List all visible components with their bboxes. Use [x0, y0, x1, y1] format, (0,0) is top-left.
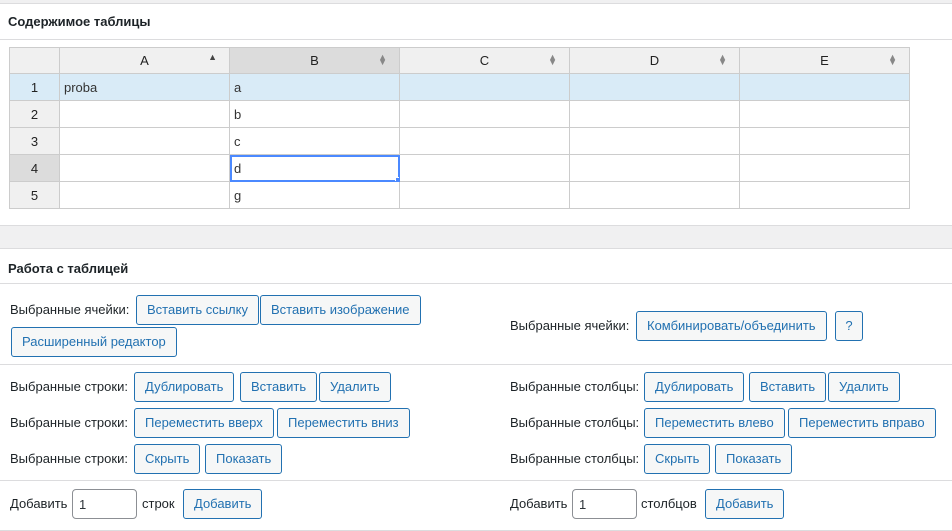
delete-rows-button[interactable]: Удалить — [319, 372, 391, 402]
table-cell[interactable] — [569, 127, 740, 155]
selected-cell[interactable]: d — [229, 154, 400, 182]
table-operations-panel: Работа с таблицей Выбранные ячейки: Вста… — [0, 248, 952, 531]
column-header-b[interactable]: B ▲ ▼ — [229, 47, 400, 74]
table-cell[interactable] — [569, 181, 740, 209]
row-header[interactable]: 1 — [9, 73, 60, 101]
table-cell[interactable]: b — [229, 100, 400, 128]
table-cell[interactable]: c — [229, 127, 400, 155]
row-header[interactable]: 4 — [9, 154, 60, 182]
selected-rows-label: Выбранные строки: — [10, 415, 128, 430]
table-cell[interactable] — [59, 127, 230, 155]
table-cell[interactable] — [739, 181, 910, 209]
table-cell[interactable] — [569, 73, 740, 101]
table-cell[interactable] — [399, 100, 570, 128]
table-cell[interactable] — [399, 127, 570, 155]
add-rows-button[interactable]: Добавить — [183, 489, 263, 519]
table-cell[interactable] — [59, 154, 230, 182]
selected-columns-label: Выбранные столбцы: — [510, 415, 640, 430]
duplicate-columns-button[interactable]: Дублировать — [644, 372, 745, 402]
column-label: E — [820, 53, 829, 68]
advanced-editor-button[interactable]: Расширенный редактор — [11, 327, 177, 357]
move-down-button[interactable]: Переместить вниз — [277, 408, 410, 438]
delete-columns-button[interactable]: Удалить — [828, 372, 900, 402]
insert-link-button[interactable]: Вставить ссылку — [136, 295, 259, 325]
column-label: A — [140, 53, 149, 68]
selected-cells-label-right: Выбранные ячейки: — [510, 318, 630, 333]
table-cell[interactable] — [399, 181, 570, 209]
add-rows-count-input[interactable] — [72, 489, 137, 519]
column-header-d[interactable]: D ▲ ▼ — [569, 47, 740, 74]
add-columns-label: Добавить — [510, 496, 568, 511]
table-row: 2 b — [9, 100, 910, 128]
table-cell[interactable]: g — [229, 181, 400, 209]
column-label: B — [310, 53, 319, 68]
selected-rows-label: Выбранные строки: — [10, 379, 128, 394]
table-row: 3 c — [9, 127, 910, 155]
table-row: 4 d — [9, 154, 910, 182]
table-cell[interactable] — [399, 73, 570, 101]
hide-rows-button[interactable]: Скрыть — [134, 444, 201, 474]
table-cell[interactable] — [739, 73, 910, 101]
column-header-c[interactable]: C ▲ ▼ — [399, 47, 570, 74]
divider — [0, 39, 952, 40]
row-header[interactable]: 5 — [9, 181, 60, 209]
sort-ascending-icon[interactable]: ▲ — [208, 53, 217, 62]
selected-cells-label: Выбранные ячейки: — [10, 302, 130, 317]
table-cell[interactable] — [569, 154, 740, 182]
table-editor-grid: A ▲ B ▲ ▼ C ▲ ▼ D ▲ ▼ E ▲ ▼ 1 proba a 2 … — [9, 47, 910, 209]
insert-image-button[interactable]: Вставить изображение — [260, 295, 421, 325]
row-header[interactable]: 3 — [9, 127, 60, 155]
show-rows-button[interactable]: Показать — [205, 444, 283, 474]
table-cell[interactable] — [569, 100, 740, 128]
table-contents-panel: Содержимое таблицы A ▲ B ▲ ▼ C ▲ ▼ D ▲ ▼… — [0, 3, 952, 226]
sort-both-icon[interactable]: ▲ ▼ — [548, 53, 557, 67]
selected-rows-label: Выбранные строки: — [10, 451, 128, 466]
insert-rows-button[interactable]: Вставить — [240, 372, 318, 402]
row-header[interactable]: 2 — [9, 100, 60, 128]
corner-cell[interactable] — [9, 47, 60, 74]
divider — [0, 480, 952, 481]
column-label: D — [649, 53, 660, 68]
move-left-button[interactable]: Переместить влево — [644, 408, 785, 438]
table-row: 1 proba a — [9, 73, 910, 101]
panel-title: Содержимое таблицы — [8, 14, 151, 29]
merge-cells-button[interactable]: Комбинировать/объединить — [636, 311, 827, 341]
move-right-button[interactable]: Переместить вправо — [788, 408, 936, 438]
move-up-button[interactable]: Переместить вверх — [134, 408, 274, 438]
columns-unit-label: столбцов — [641, 496, 697, 511]
table-cell[interactable] — [739, 154, 910, 182]
add-rows-label: Добавить — [10, 496, 68, 511]
table-cell[interactable]: a — [229, 73, 400, 101]
add-columns-count-input[interactable] — [572, 489, 637, 519]
sort-both-icon[interactable]: ▲ ▼ — [378, 53, 387, 67]
divider — [0, 364, 952, 365]
column-header-a[interactable]: A ▲ — [59, 47, 230, 74]
table-cell[interactable] — [59, 100, 230, 128]
table-cell[interactable] — [399, 154, 570, 182]
sort-both-icon[interactable]: ▲ ▼ — [718, 53, 727, 67]
selected-columns-label: Выбранные столбцы: — [510, 451, 640, 466]
table-row: 5 g — [9, 181, 910, 209]
sort-both-icon[interactable]: ▲ ▼ — [888, 53, 897, 67]
selected-columns-label: Выбранные столбцы: — [510, 379, 640, 394]
table-cell[interactable] — [739, 100, 910, 128]
help-button[interactable]: ? — [835, 311, 863, 341]
add-columns-button[interactable]: Добавить — [705, 489, 785, 519]
rows-unit-label: строк — [142, 496, 175, 511]
panel-title: Работа с таблицей — [8, 261, 129, 276]
table-cell[interactable]: proba — [59, 73, 230, 101]
table-cell[interactable] — [739, 127, 910, 155]
insert-columns-button[interactable]: Вставить — [749, 372, 827, 402]
show-columns-button[interactable]: Показать — [715, 444, 793, 474]
duplicate-rows-button[interactable]: Дублировать — [134, 372, 235, 402]
column-label: C — [479, 53, 490, 68]
divider — [0, 283, 952, 284]
hide-columns-button[interactable]: Скрыть — [644, 444, 711, 474]
column-header-e[interactable]: E ▲ ▼ — [739, 47, 910, 74]
table-cell[interactable] — [59, 181, 230, 209]
